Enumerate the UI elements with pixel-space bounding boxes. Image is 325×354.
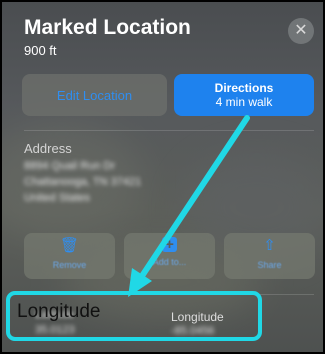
arrow-shaft [137, 115, 250, 282]
annotation-callout-text: Longitude [17, 301, 101, 322]
